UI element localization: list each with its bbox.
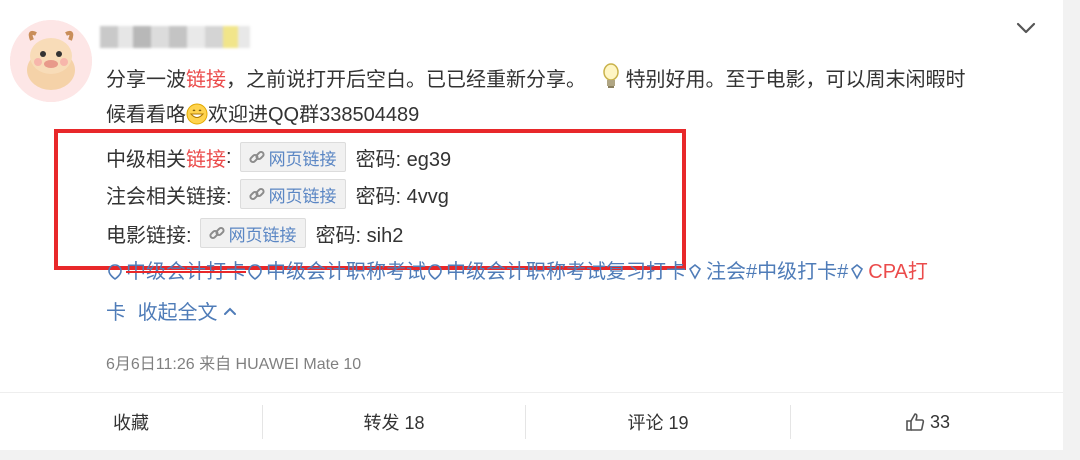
chevron-down-icon[interactable] [1012, 14, 1040, 42]
thumbs-up-icon [906, 413, 925, 431]
post-text: ，之前说打开后空白。已已经重新分享。 [226, 69, 586, 91]
post-meta: 6月6日11:26 来自 HUAWEI Mate 10 [106, 356, 362, 373]
post-text: 欢迎进QQ群338504489 [208, 104, 420, 126]
collapse-text-link[interactable]: 收起全文 [138, 302, 238, 324]
diamond-icon [688, 263, 702, 280]
topic-tag[interactable]: 中级会计职称考试 [246, 255, 426, 289]
topic-tag[interactable]: CPA打 [848, 255, 928, 289]
inline-link[interactable]: 链接 [186, 69, 226, 91]
action-bar: 收藏 转发 18 评论 19 33 [0, 392, 1063, 450]
post-text: 候看看咯 [106, 104, 186, 126]
page-gutter [1063, 0, 1080, 460]
topic-tag[interactable]: 中级会计打卡 [106, 255, 246, 289]
location-pin-icon [248, 264, 262, 280]
topic-tag-continuation[interactable]: 卡 [106, 302, 126, 324]
diamond-icon [851, 263, 864, 280]
weibo-post-card: 分享一波链接，之前说打开后空白。已已经重新分享。 特别好用。至于电影，可以周末闲… [0, 0, 1063, 392]
lightbulb-icon [602, 62, 620, 101]
location-pin-icon [428, 264, 442, 280]
post-text-line-1: 分享一波链接，之前说打开后空白。已已经重新分享。 特别好用。至于电影，可以周末闲… [106, 62, 966, 101]
chevron-up-icon [224, 307, 237, 315]
highlight-box [54, 129, 686, 270]
repost-button[interactable]: 转发 18 [263, 393, 525, 451]
comment-button[interactable]: 评论 19 [526, 393, 790, 451]
avatar[interactable] [10, 20, 92, 102]
post-text: 特别好用。至于电影，可以周末闲暇时 [625, 69, 966, 91]
topic-tag[interactable]: 中级会计职称考试复习打卡 [426, 255, 686, 289]
post-text: 分享一波 [106, 69, 186, 91]
location-pin-icon [108, 264, 122, 280]
like-button[interactable]: 33 [791, 393, 1063, 451]
topic-tags-continued: 卡 收起全文 [106, 296, 237, 330]
page-background [0, 450, 1063, 460]
topic-tag[interactable]: 注会#中级打卡# [686, 255, 848, 289]
username-blurred[interactable] [100, 26, 250, 48]
topic-tags: 中级会计打卡 中级会计职称考试 中级会计职称考试复习打卡 注会#中级打卡# CPA打 [106, 255, 928, 292]
favorite-button[interactable]: 收藏 [0, 393, 262, 451]
